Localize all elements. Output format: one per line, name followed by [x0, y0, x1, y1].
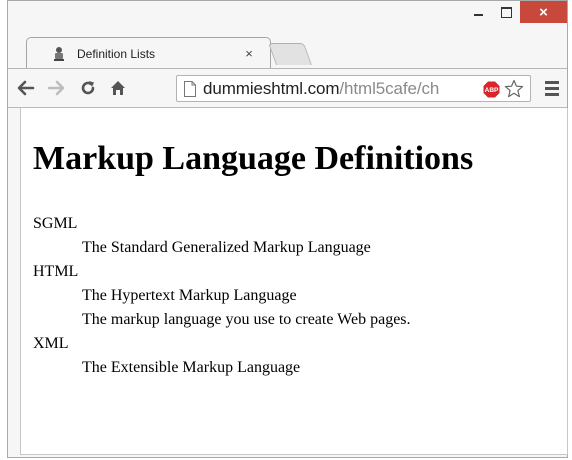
address-bar[interactable]: dummieshtml.com/html5cafe/ch ABP: [176, 75, 531, 102]
adblock-icon: ABP: [483, 81, 500, 98]
home-button[interactable]: [106, 75, 130, 101]
tab-definition-lists[interactable]: Definition Lists ×: [26, 37, 271, 69]
tab-strip: Definition Lists ×: [8, 37, 567, 69]
favicon-icon: [51, 46, 67, 62]
reload-icon: [81, 81, 95, 95]
tab-close-icon[interactable]: ×: [242, 46, 256, 61]
svg-text:ABP: ABP: [485, 87, 499, 94]
close-icon: ×: [539, 3, 548, 21]
url-text: dummieshtml.com/html5cafe/ch: [203, 79, 439, 99]
definition-term: HTML: [33, 263, 79, 280]
definition-description: The markup language you use to create We…: [82, 311, 411, 328]
url-path: /html5cafe/ch: [339, 78, 440, 98]
menu-icon: [545, 81, 559, 96]
url-host: dummieshtml.com: [203, 78, 340, 98]
star-icon: [504, 79, 524, 98]
menu-button[interactable]: [543, 78, 561, 98]
minimize-button[interactable]: [464, 1, 492, 23]
maximize-button[interactable]: [492, 1, 520, 23]
reload-button[interactable]: [76, 75, 100, 101]
definition-description: The Standard Generalized Markup Language: [82, 239, 371, 256]
page-title: Markup Language Definitions: [33, 140, 474, 177]
maximize-icon: [500, 6, 512, 18]
back-button[interactable]: [14, 75, 38, 101]
home-icon: [111, 81, 125, 95]
definition-list: SGML The Standard Generalized Markup Lan…: [33, 212, 411, 380]
new-tab-button[interactable]: [267, 43, 313, 65]
definition-term: XML: [33, 335, 69, 352]
definition-description: The Hypertext Markup Language: [82, 287, 297, 304]
definition-description: The Extensible Markup Language: [82, 359, 301, 376]
page-icon: [184, 80, 196, 97]
tab-title: Definition Lists: [77, 46, 156, 61]
definition-term: SGML: [33, 215, 78, 232]
forward-icon: [47, 80, 65, 96]
close-window-button[interactable]: ×: [520, 1, 567, 23]
minimize-icon: [473, 14, 483, 16]
forward-button[interactable]: [44, 75, 68, 101]
browser-window: × Definition Lists × dummieshtml.com/htm…: [7, 0, 568, 458]
window-controls: ×: [464, 1, 567, 31]
browser-toolbar: dummieshtml.com/html5cafe/ch ABP: [8, 68, 567, 108]
page-viewport: Markup Language Definitions SGML The Sta…: [20, 108, 568, 455]
back-icon: [17, 80, 35, 96]
